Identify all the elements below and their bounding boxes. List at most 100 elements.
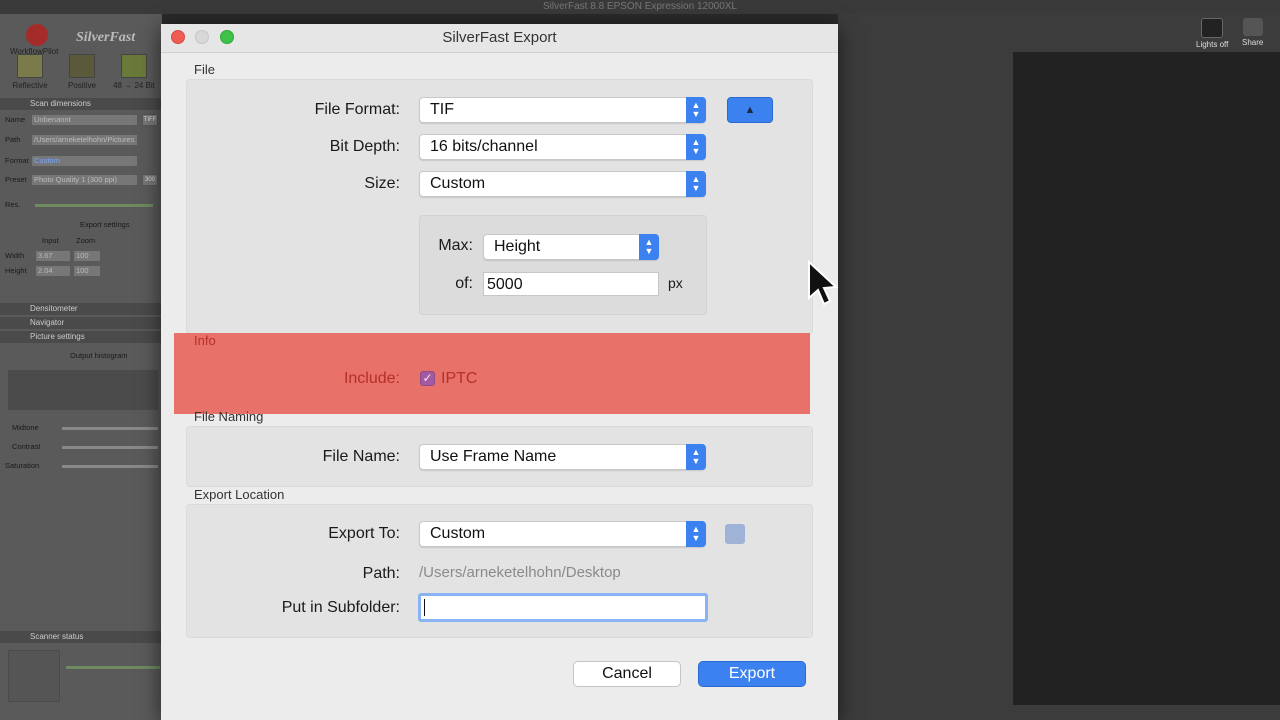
midtone-slider[interactable] <box>62 427 158 430</box>
custom-size-panel: Max: Height ▲ ▼ of: 5000 px <box>419 215 707 315</box>
max-dimension-popup[interactable]: Height ▲ ▼ <box>483 234 659 260</box>
path-field[interactable]: /Users/arneketelhohn/Pictures <box>32 135 137 145</box>
cancel-button[interactable]: Cancel <box>573 661 681 687</box>
file-format-label: File Format: <box>314 101 400 118</box>
path-value: /Users/arneketelhohn/Desktop <box>419 564 621 581</box>
path-label: Path: <box>362 565 400 582</box>
height-label: Height <box>5 266 27 275</box>
file-format-value: TIF <box>430 101 454 118</box>
scanner-progress-bar <box>66 666 160 669</box>
file-format-popup[interactable]: TIF ▲ ▼ <box>419 97 706 123</box>
app-sidebar: SilverFast WorkflowPilot Reflective Posi… <box>0 14 162 720</box>
width-zoom-field[interactable]: 100 <box>74 251 100 261</box>
saturation-slider[interactable] <box>62 465 158 468</box>
iptc-checkbox[interactable]: ✓ <box>420 371 435 386</box>
name-format-button[interactable]: TIFF <box>142 114 158 126</box>
updown-arrows-icon: ▲ ▼ <box>639 234 659 260</box>
text-caret <box>424 599 425 616</box>
bit-depth-tool[interactable]: 48 → 24 Bit <box>112 54 156 90</box>
lights-off-icon <box>1201 18 1224 38</box>
dialog-title: SilverFast Export <box>442 29 557 46</box>
export-to-popup[interactable]: Custom ▲ ▼ <box>419 521 706 547</box>
film-icon <box>69 54 95 78</box>
path-label: Path <box>5 135 21 144</box>
export-dialog: SilverFast Export File File Format: TIF … <box>161 24 839 720</box>
midtone-label: Midtone <box>12 423 39 432</box>
res-slider[interactable] <box>35 204 153 207</box>
navigator-header[interactable]: Navigator <box>0 317 162 329</box>
px-unit-label: px <box>668 275 683 291</box>
preview-canvas <box>1013 52 1280 705</box>
preset-value: 300 <box>142 174 158 186</box>
contrast-slider[interactable] <box>62 446 158 449</box>
export-button[interactable]: Export <box>698 661 806 687</box>
bit-depth-value: 16 bits/channel <box>430 138 538 155</box>
collapse-button[interactable]: ▲ <box>727 97 773 123</box>
export-to-value: Custom <box>430 525 486 542</box>
format-label: Format <box>5 156 29 165</box>
checkmark-icon: ✓ <box>422 371 433 385</box>
name-label: Name <box>5 115 26 124</box>
bit-depth-popup[interactable]: 16 bits/channel ▲ ▼ <box>419 134 706 160</box>
tool-row: Reflective Positive 48 → 24 Bit <box>8 54 158 98</box>
height-zoom-field[interactable]: 100 <box>74 266 100 276</box>
histogram-area <box>8 370 158 410</box>
updown-arrows-icon: ▲ ▼ <box>686 171 706 197</box>
updown-arrows-icon: ▲ ▼ <box>686 444 706 470</box>
info-section-label: Info <box>194 333 216 348</box>
width-label: Width <box>5 251 25 260</box>
pixel-size-value: 5000 <box>487 276 523 293</box>
app-title-bar: SilverFast 8.8 EPSON Expression 12000XL <box>0 0 1280 14</box>
mouse-pointer-icon <box>808 260 839 306</box>
file-name-label: File Name: <box>322 448 400 465</box>
preset-label: Preset <box>5 175 27 184</box>
preset-field[interactable]: Photo Quality 1 (300 ppi) <box>32 175 137 185</box>
export-settings-label: Export settings <box>80 220 130 229</box>
info-section-highlight: Info Include: ✓ IPTC <box>174 333 810 414</box>
app-brand-name: SilverFast <box>76 30 136 45</box>
app-preview-area: Lights off Share <box>838 14 1280 720</box>
triangle-up-icon: ▲ <box>744 104 756 116</box>
positive-tool[interactable]: Positive <box>60 54 104 90</box>
height-field[interactable]: 2.04 <box>36 266 70 276</box>
format-field[interactable]: Custom <box>32 156 137 166</box>
densitometer-header[interactable]: Densitometer <box>0 303 162 315</box>
updown-arrows-icon: ▲ ▼ <box>686 97 706 123</box>
input-label: Input <box>42 236 59 245</box>
file-name-popup[interactable]: Use Frame Name ▲ ▼ <box>419 444 706 470</box>
subfolder-label: Put in Subfolder: <box>281 599 400 616</box>
file-name-value: Use Frame Name <box>430 448 557 465</box>
picture-settings-header[interactable]: Picture settings <box>0 331 162 343</box>
max-label: Max: <box>438 237 473 254</box>
share-icon <box>1242 18 1263 36</box>
subfolder-input[interactable] <box>418 593 708 622</box>
size-label: Size: <box>364 175 400 192</box>
scanner-status-header[interactable]: Scanner status <box>0 631 162 643</box>
app-window-title: SilverFast 8.8 EPSON Expression 12000XL <box>543 1 737 12</box>
pixel-size-field[interactable]: 5000 <box>483 272 659 296</box>
width-field[interactable]: 3.67 <box>36 251 70 261</box>
size-value: Custom <box>430 175 486 192</box>
updown-arrows-icon: ▲ ▼ <box>686 134 706 160</box>
of-label: of: <box>455 275 473 292</box>
file-section-label: File <box>194 62 215 77</box>
zoom-label: Zoom <box>76 236 96 245</box>
share-button[interactable]: Share <box>1242 18 1263 47</box>
scanner-thumbnail <box>8 650 60 702</box>
scan-dimensions-header[interactable]: Scan dimensions <box>0 98 162 110</box>
reflective-tool[interactable]: Reflective <box>8 54 52 90</box>
name-field[interactable]: Unbenannt <box>32 115 137 125</box>
export-to-label: Export To: <box>328 525 400 542</box>
include-label: Include: <box>343 370 400 387</box>
contrast-label: Contrast <box>12 442 41 451</box>
file-naming-section-label: File Naming <box>194 409 264 424</box>
finder-folder-icon[interactable] <box>725 524 745 544</box>
reflective-icon <box>17 54 43 78</box>
output-histogram-label: Output histogram <box>70 351 128 360</box>
palm-icon <box>121 54 147 78</box>
silverfast-logo-icon <box>26 24 48 46</box>
iptc-label[interactable]: IPTC <box>441 370 477 388</box>
size-popup[interactable]: Custom ▲ ▼ <box>419 171 706 197</box>
max-dimension-value: Height <box>494 238 541 255</box>
lights-off-button[interactable]: Lights off <box>1196 18 1228 49</box>
